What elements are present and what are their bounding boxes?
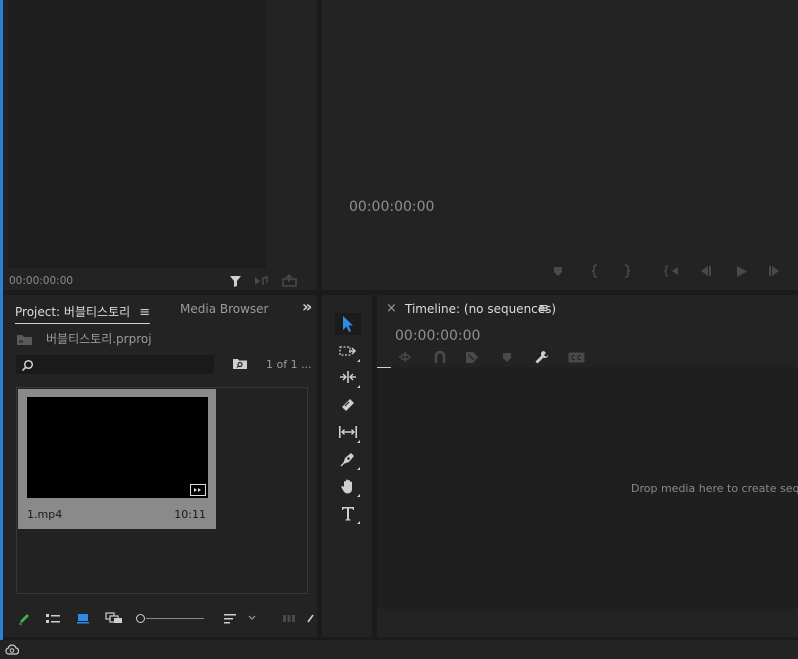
step-forward-icon[interactable] — [766, 262, 784, 280]
status-bar — [0, 640, 798, 659]
timeline-close-icon[interactable]: × — [386, 301, 397, 316]
linked-selection-icon[interactable] — [463, 349, 481, 365]
tool-flyout-indicator — [357, 359, 360, 362]
clip-thumbnail — [27, 397, 208, 498]
project-folder-icon — [15, 331, 33, 347]
drop-media-hint: Drop media here to create sequence. — [631, 482, 798, 495]
filter-icon[interactable] — [227, 273, 243, 289]
export-frame-icon[interactable] — [280, 272, 298, 288]
chevron-down-icon[interactable] — [245, 609, 259, 627]
source-timecode[interactable]: 00:00:00:00 — [9, 275, 73, 287]
icon-view-icon[interactable] — [73, 609, 93, 627]
project-panel-menu-icon[interactable]: ≡ — [139, 305, 150, 320]
mark-in-icon[interactable] — [587, 262, 603, 280]
tool-flyout-indicator — [357, 440, 360, 443]
slip-tool[interactable] — [335, 421, 361, 443]
razor-tool[interactable] — [335, 394, 361, 416]
captions-icon[interactable] — [566, 349, 586, 365]
track-select-tool[interactable] — [335, 340, 361, 362]
clip-tile[interactable]: 1.mp4 10:11 — [18, 389, 216, 529]
program-timecode[interactable]: 00:00:00:00 — [349, 199, 434, 215]
selection-tool[interactable] — [335, 313, 361, 335]
automate-to-sequence-icon[interactable] — [280, 609, 298, 627]
project-panel: Project: 버블티스토리 ≡ Media Browser » 버블티스토리… — [3, 295, 317, 637]
list-view-icon[interactable] — [43, 609, 63, 627]
step-back-icon[interactable] — [696, 262, 714, 280]
tool-flyout-indicator — [357, 385, 360, 388]
type-tool[interactable] — [335, 502, 361, 524]
item-count: 1 of 1 ... — [266, 358, 312, 371]
pencil-icon[interactable] — [15, 609, 33, 627]
zoom-slider[interactable] — [136, 612, 206, 624]
add-marker-icon[interactable] — [550, 262, 566, 280]
play-icon[interactable] — [732, 262, 750, 280]
creative-cloud-icon[interactable] — [4, 642, 20, 657]
search-field[interactable] — [16, 355, 214, 374]
zoom-slider-handle[interactable] — [136, 614, 145, 623]
find-bin-icon[interactable] — [231, 356, 249, 372]
clip-duration: 10:11 — [174, 508, 206, 521]
source-monitor-panel: 00:00:00:00 — [3, 0, 317, 290]
source-monitor-display — [8, 0, 266, 268]
timeline-timecode[interactable]: 00:00:00:00 — [395, 328, 480, 344]
tab-media-browser[interactable]: Media Browser — [180, 302, 268, 316]
timeline-menu-icon[interactable]: ≡ — [538, 301, 549, 316]
nest-sequence-icon[interactable] — [396, 349, 414, 365]
zoom-slider-track — [146, 618, 204, 619]
tool-flyout-indicator — [357, 494, 360, 497]
audio-video-clip-icon — [190, 484, 206, 496]
freeform-view-icon[interactable] — [103, 609, 125, 627]
tool-flyout-indicator — [357, 467, 360, 470]
tab-project[interactable]: Project: 버블티스토리 ≡ — [15, 301, 151, 324]
snap-icon[interactable] — [431, 349, 449, 365]
program-monitor-panel: 00:00:00:00 — [322, 0, 798, 290]
tab-timeline[interactable]: Timeline: (no sequences) — [405, 302, 556, 316]
wrench-icon[interactable] — [532, 348, 550, 366]
bin-content-area[interactable]: 1.mp4 10:11 — [16, 387, 308, 594]
timeline-marker-icon[interactable] — [499, 349, 515, 365]
go-to-in-icon[interactable] — [662, 262, 682, 280]
find-icon[interactable] — [307, 609, 317, 627]
insert-audio-icon[interactable] — [253, 273, 271, 289]
clip-name: 1.mp4 — [27, 508, 63, 521]
project-file-name: 버블티스토리.prproj — [46, 332, 152, 346]
hand-tool[interactable] — [335, 475, 361, 497]
timeline-track-area[interactable]: Drop media here to create sequence. — [377, 367, 798, 609]
playhead-marker — [377, 367, 391, 368]
mark-out-icon[interactable] — [619, 262, 635, 280]
search-icon — [21, 357, 34, 376]
sort-icon[interactable] — [221, 609, 239, 627]
ripple-edit-tool[interactable] — [335, 366, 361, 388]
panel-overflow-icon[interactable]: » — [302, 297, 312, 316]
search-input[interactable] — [38, 356, 212, 373]
timeline-panel: × Timeline: (no sequences) ≡ 00:00:00:00… — [377, 295, 798, 637]
tool-flyout-indicator — [357, 521, 360, 524]
pen-tool[interactable] — [335, 448, 361, 470]
tab-project-label: Project: 버블티스토리 — [15, 305, 131, 319]
